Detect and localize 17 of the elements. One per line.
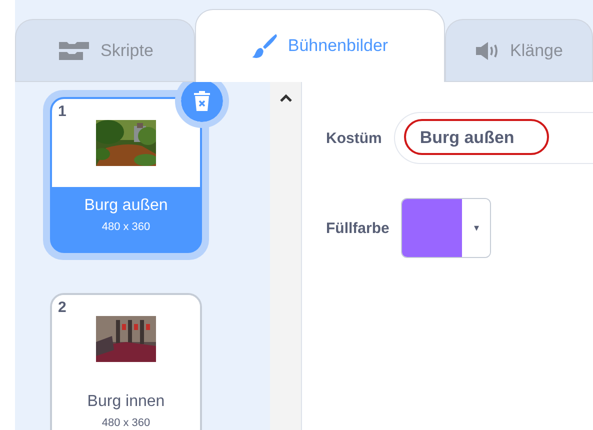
backdrop-size: 480 x 360 (102, 221, 150, 233)
trash-icon (193, 90, 211, 112)
backdrop-card[interactable]: 2 Burg innen 480 x 360 (50, 293, 202, 430)
backdrop-number: 1 (58, 103, 66, 120)
speaker-icon (474, 40, 500, 60)
backdrop-number: 2 (58, 299, 66, 316)
backdrop-card[interactable]: 1 Burg außen 480 x 360 (50, 97, 202, 253)
backdrop-name: Burg innen (87, 393, 165, 411)
backdrop-name: Burg außen (84, 197, 168, 215)
scroll-up-icon[interactable] (280, 94, 292, 102)
costume-name-field[interactable]: Burg außen (394, 112, 593, 164)
backdrop-size: 480 x 360 (102, 417, 150, 429)
brush-icon (252, 33, 278, 59)
fill-color-label: Füllfarbe (326, 220, 390, 236)
costume-label: Kostüm (326, 130, 382, 146)
fill-color-picker[interactable]: ▾ (401, 198, 492, 258)
blocks-icon (56, 40, 91, 62)
